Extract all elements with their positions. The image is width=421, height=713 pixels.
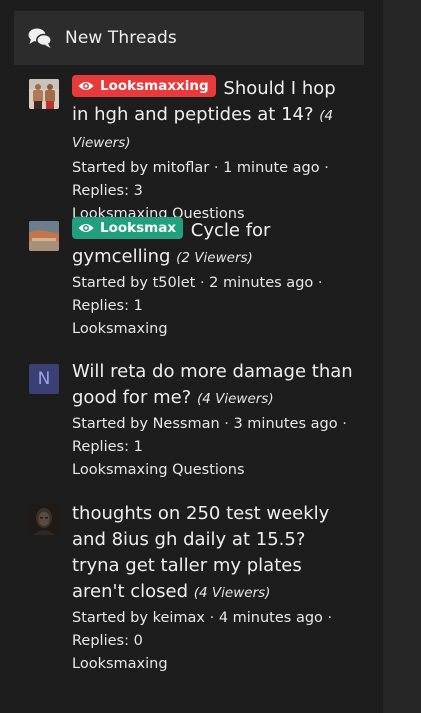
new-threads-widget: New Threads Looksmaxxing Should I hop in…	[0, 0, 383, 713]
avatar[interactable]	[29, 79, 59, 109]
eye-icon	[78, 224, 94, 232]
reply-count: Replies: 1	[72, 298, 143, 314]
separator: ·	[224, 416, 229, 432]
separator: ·	[342, 416, 347, 432]
started-by-label: Started by	[72, 160, 148, 176]
widget-header[interactable]: New Threads	[14, 11, 364, 65]
forum-link[interactable]: Looksmaxing Questions	[72, 459, 357, 482]
separator: ·	[324, 160, 329, 176]
thread-content: Looksmax Cycle for gymcelling (2 Viewers…	[72, 217, 357, 341]
avatar[interactable]	[29, 505, 59, 535]
thread-title-line: thoughts on 250 test weekly and 8ius gh …	[72, 501, 357, 606]
author-link[interactable]: mitoflar	[153, 160, 210, 176]
reply-count: Replies: 1	[72, 439, 143, 455]
page-background-right	[383, 0, 421, 713]
avatar[interactable]: N	[29, 364, 59, 394]
avatar-initial: N	[37, 369, 51, 389]
forum-link[interactable]: Looksmaxing	[72, 653, 357, 676]
author-link[interactable]: keimax	[153, 610, 205, 626]
viewer-count: (4 Viewers)	[193, 585, 271, 601]
avatar[interactable]	[29, 221, 59, 251]
prefix-label-text: Looksmaxxing	[100, 78, 209, 94]
timestamp[interactable]: 3 minutes ago	[233, 416, 337, 432]
separator: ·	[317, 275, 323, 291]
reply-count: Replies: 0	[72, 633, 143, 649]
forum-link[interactable]: Looksmaxing	[72, 318, 357, 341]
started-by-label: Started by	[72, 610, 148, 626]
timestamp[interactable]: 2 minutes ago	[209, 275, 313, 291]
author-link[interactable]: Nessman	[153, 416, 220, 432]
timestamp[interactable]: 4 minutes ago	[219, 610, 323, 626]
eye-icon	[78, 82, 94, 90]
separator: ·	[199, 275, 205, 291]
thread-title-line: Looksmax Cycle for gymcelling (2 Viewers…	[72, 217, 357, 271]
thread-meta: Started by t50let · 2 minutes ago ·	[72, 272, 357, 295]
viewer-count: (4 Viewers)	[196, 391, 274, 407]
prefix-label[interactable]: Looksmax	[72, 217, 184, 239]
started-by-label: Started by	[72, 275, 148, 291]
prefix-label[interactable]: Looksmaxxing	[72, 75, 216, 97]
thread-meta: Started by Nessman · 3 minutes ago ·	[72, 413, 357, 436]
timestamp[interactable]: 1 minute ago	[223, 160, 320, 176]
started-by-label: Started by	[72, 416, 148, 432]
viewer-count: (2 Viewers)	[176, 250, 253, 266]
thread-content: thoughts on 250 test weekly and 8ius gh …	[72, 501, 357, 676]
thread-meta: Started by mitoflar · 1 minute ago ·	[72, 157, 357, 180]
thread-meta: Started by keimax · 4 minutes ago ·	[72, 607, 357, 630]
thread-title-line: Will reta do more damage than good for m…	[72, 359, 357, 412]
thread-content: Will reta do more damage than good for m…	[72, 359, 357, 482]
author-link[interactable]: t50let	[153, 275, 196, 291]
prefix-label-text: Looksmax	[100, 220, 177, 236]
separator: ·	[327, 610, 333, 626]
comments-icon	[28, 28, 52, 48]
separator: ·	[209, 610, 215, 626]
widget-title[interactable]: New Threads	[65, 28, 177, 48]
thread-title-line: Looksmaxxing Should I hop in hgh and pep…	[72, 75, 357, 156]
thread-content: Looksmaxxing Should I hop in hgh and pep…	[72, 75, 357, 226]
reply-count: Replies: 3	[72, 183, 143, 199]
separator: ·	[213, 160, 219, 176]
